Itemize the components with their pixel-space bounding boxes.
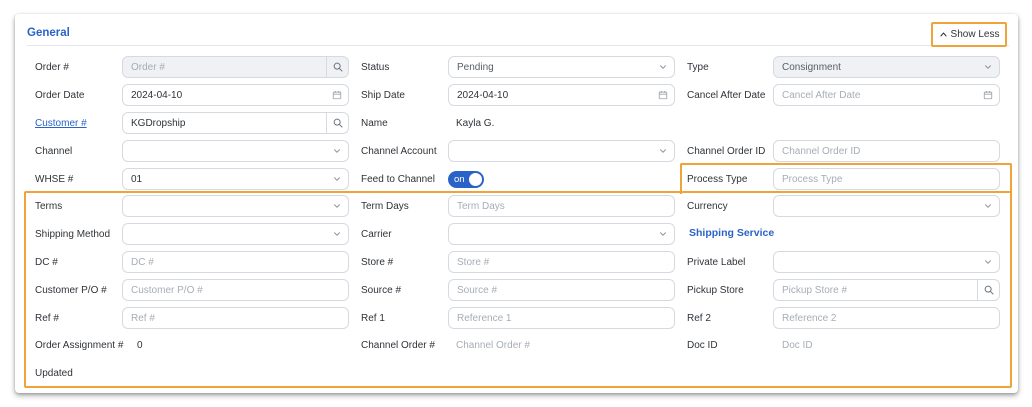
name-label: Name xyxy=(361,118,388,129)
title-divider xyxy=(27,45,1009,46)
chevron-up-icon xyxy=(939,30,948,39)
process-type-highlight xyxy=(680,163,1012,194)
feed-to-channel-toggle[interactable]: on xyxy=(448,171,484,188)
status-select[interactable]: Pending xyxy=(448,56,675,78)
ship-date-field[interactable]: 2024-04-10 xyxy=(448,84,675,106)
status-value: Pending xyxy=(457,61,494,73)
toggle-text: on xyxy=(454,174,465,185)
ship-date-value: 2024-04-10 xyxy=(457,89,509,101)
show-less-label: Show Less xyxy=(950,29,1000,40)
order-number-field[interactable]: Order # xyxy=(122,56,349,78)
customer-field[interactable]: KGDropship xyxy=(122,112,349,134)
type-label: Type xyxy=(687,62,709,73)
expanded-fields-highlight xyxy=(24,191,1012,388)
order-number-placeholder: Order # xyxy=(131,61,165,73)
toggle-knob xyxy=(469,173,482,186)
calendar-icon[interactable] xyxy=(977,85,999,105)
cancel-after-date-label: Cancel After Date xyxy=(687,90,766,101)
chevron-down-icon xyxy=(977,57,999,77)
order-date-label: Order Date xyxy=(35,90,85,101)
type-select[interactable]: Consignment xyxy=(773,56,1000,78)
customer-link[interactable]: Customer # xyxy=(35,118,87,129)
whse-select[interactable]: 01 xyxy=(122,168,349,190)
chevron-down-icon xyxy=(652,57,674,77)
customer-value: KGDropship xyxy=(131,117,186,129)
status-label: Status xyxy=(361,62,390,73)
show-less-button[interactable]: Show Less xyxy=(931,22,1007,47)
channel-order-id-field[interactable]: Channel Order ID xyxy=(773,140,1000,162)
channel-account-label: Channel Account xyxy=(361,146,437,157)
order-number-label: Order # xyxy=(35,62,69,73)
name-value: Kayla G. xyxy=(456,118,495,129)
channel-account-select[interactable] xyxy=(448,140,675,162)
chevron-down-icon xyxy=(652,141,674,161)
channel-select[interactable] xyxy=(122,140,349,162)
ship-date-label: Ship Date xyxy=(361,90,405,101)
channel-order-id-placeholder: Channel Order ID xyxy=(782,145,861,157)
section-title: General xyxy=(27,27,70,39)
calendar-icon[interactable] xyxy=(652,85,674,105)
channel-order-id-label: Channel Order ID xyxy=(687,146,766,157)
search-icon[interactable] xyxy=(326,57,348,77)
type-value: Consignment xyxy=(782,61,841,73)
feed-to-channel-label: Feed to Channel xyxy=(361,174,435,185)
whse-value: 01 xyxy=(131,173,143,185)
calendar-icon[interactable] xyxy=(326,85,348,105)
channel-label: Channel xyxy=(35,146,73,157)
search-icon[interactable] xyxy=(326,113,348,133)
order-date-field[interactable]: 2024-04-10 xyxy=(122,84,349,106)
chevron-down-icon xyxy=(326,169,348,189)
cancel-after-date-field[interactable]: Cancel After Date xyxy=(773,84,1000,106)
order-date-value: 2024-04-10 xyxy=(131,89,183,101)
chevron-down-icon xyxy=(326,141,348,161)
whse-label: WHSE # xyxy=(35,174,74,185)
cancel-after-date-placeholder: Cancel After Date xyxy=(782,89,861,101)
